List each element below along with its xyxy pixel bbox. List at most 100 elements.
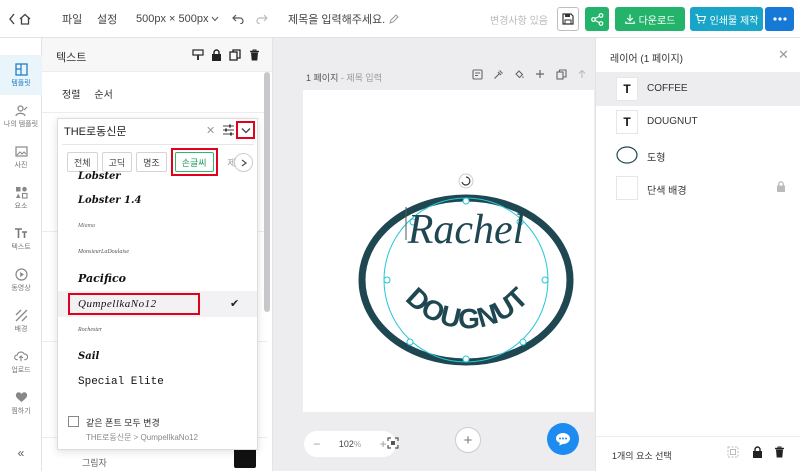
font-item[interactable]: Special Elite: [58, 369, 257, 395]
save-button[interactable]: [557, 7, 579, 31]
more-menu-button[interactable]: [765, 7, 794, 31]
download-button[interactable]: 다운로드: [615, 7, 685, 31]
page-title[interactable]: - 제목 입력: [341, 73, 382, 83]
chip-handwriting[interactable]: 손글씨: [174, 152, 214, 172]
font-item[interactable]: Lobster 1.4: [58, 187, 257, 213]
rail-item-background[interactable]: 배경: [0, 301, 42, 341]
trash-icon[interactable]: [772, 445, 786, 459]
trash-icon[interactable]: [247, 48, 261, 62]
rail-item-favorites[interactable]: 찜하기: [0, 383, 42, 423]
tab-order[interactable]: 순서: [94, 86, 112, 101]
redo-button[interactable]: [256, 0, 268, 38]
rail-label: 동영상: [11, 285, 31, 292]
rachel-text[interactable]: Rachel: [407, 207, 525, 253]
share-button[interactable]: [585, 7, 609, 31]
add-icon[interactable]: [534, 68, 546, 80]
selection-handle[interactable]: [541, 276, 549, 284]
same-font-checkbox[interactable]: [68, 416, 79, 427]
page-tools: [471, 68, 588, 80]
font-item[interactable]: Rochester: [58, 317, 257, 343]
selection-count: 1개의 요소 선택: [612, 451, 672, 461]
font-item[interactable]: Sail: [58, 343, 257, 369]
font-search-input[interactable]: THE로동신문: [64, 123, 126, 139]
chip-all[interactable]: 전체: [67, 152, 98, 172]
size-selector[interactable]: 500px × 500px: [136, 0, 219, 38]
font-name: Pacifico: [78, 271, 127, 285]
selection-handle[interactable]: [383, 276, 391, 284]
selection-handle[interactable]: [519, 338, 527, 346]
font-dropdown: THE로동신문 ✕ 전체 고딕 명조 손글씨 제 Lobster Lobster…: [57, 118, 258, 450]
rotate-handle[interactable]: [458, 173, 474, 189]
divider: [596, 436, 800, 437]
duplicate-icon[interactable]: [228, 48, 242, 62]
copy-page-icon[interactable]: [555, 68, 567, 80]
add-page-button[interactable]: +: [455, 427, 481, 453]
clear-icon[interactable]: ✕: [206, 124, 215, 137]
font-item-selected[interactable]: QumpellkaNo12 ✔: [58, 291, 257, 317]
fit-screen-icon[interactable]: [387, 437, 401, 451]
layer-item-dougnut[interactable]: T DOUGNUT: [596, 106, 800, 139]
eyedropper-icon[interactable]: [492, 68, 504, 80]
text-layer-icon: T: [616, 110, 638, 134]
text-layer-icon: T: [616, 77, 638, 101]
lock-icon[interactable]: [750, 445, 764, 459]
font-name: Sail: [78, 350, 100, 362]
style-copy-icon[interactable]: [191, 48, 205, 62]
layer-item-background[interactable]: 단색 배경: [596, 172, 800, 205]
rail-item-text[interactable]: 텍스트: [0, 219, 42, 259]
rail-item-my-template[interactable]: 나의 템플릿: [0, 96, 42, 136]
layer-item-shape[interactable]: 도형: [596, 139, 800, 172]
font-item[interactable]: Lobster: [58, 171, 257, 187]
selection-handle[interactable]: [462, 355, 470, 363]
layer-item-coffee[interactable]: T COFFEE: [596, 73, 800, 106]
font-item[interactable]: MonsieurLaDoulaise: [58, 239, 257, 265]
chip-myeongjo[interactable]: 명조: [136, 152, 167, 172]
rail-item-video[interactable]: 동영상: [0, 260, 42, 300]
filter-sliders-icon[interactable]: [222, 124, 235, 137]
rail-label: 요소: [14, 203, 28, 210]
rail-item-elements[interactable]: 요소: [0, 178, 42, 218]
font-item[interactable]: Miama: [58, 213, 257, 239]
print-order-button[interactable]: 인쇄물 제작: [690, 7, 763, 31]
background-icon: [14, 308, 28, 322]
selection-handle[interactable]: [462, 197, 470, 205]
title-placeholder: 제목을 입력해주세요.: [288, 14, 386, 26]
zoom-out-button[interactable]: −: [313, 437, 320, 451]
dropdown-toggle-button[interactable]: [236, 121, 255, 139]
chip-scroll-button[interactable]: [234, 153, 253, 172]
save-status: 변경사항 있음: [490, 15, 548, 27]
back-button[interactable]: [8, 0, 32, 38]
font-name: Special Elite: [78, 376, 164, 388]
lock-icon[interactable]: [776, 181, 787, 193]
rail-label: 배경: [14, 326, 28, 333]
title-input[interactable]: 제목을 입력해주세요.: [288, 0, 399, 38]
elements-icon: [14, 185, 28, 199]
tab-align[interactable]: 정렬: [62, 86, 80, 101]
same-font-label: 같은 폰트 모두 변경: [86, 418, 160, 428]
fill-bucket-icon[interactable]: [513, 68, 525, 80]
menu-file[interactable]: 파일: [62, 0, 82, 38]
chat-button[interactable]: [547, 423, 579, 455]
undo-button[interactable]: [232, 0, 244, 38]
selection-handle[interactable]: [406, 338, 414, 346]
collapse-rail-button[interactable]: «: [0, 433, 42, 471]
video-icon: [14, 267, 28, 281]
size-label: 500px × 500px: [136, 13, 209, 25]
zoom-in-button[interactable]: +: [380, 437, 387, 451]
close-icon[interactable]: ✕: [778, 47, 789, 63]
group-icon[interactable]: [726, 445, 740, 459]
download-label: 다운로드: [638, 15, 676, 27]
move-up-icon[interactable]: [576, 68, 588, 80]
memo-icon[interactable]: [471, 68, 483, 80]
rail-item-photo[interactable]: 사진: [0, 137, 42, 177]
rail-item-upload[interactable]: 업로드: [0, 342, 42, 382]
rail-item-template[interactable]: 템플릿: [0, 55, 42, 95]
lock-icon[interactable]: [209, 48, 223, 62]
dougnut-curved-text[interactable]: DOUGNUT: [400, 281, 534, 334]
font-item[interactable]: Pacifico: [58, 265, 257, 291]
chip-gothic[interactable]: 고딕: [101, 152, 133, 172]
design-page[interactable]: Rachel DOUGNUT: [303, 90, 594, 412]
panel-scrollbar[interactable]: [264, 72, 270, 312]
layer-name: COFFEE: [647, 83, 688, 94]
menu-settings[interactable]: 설정: [97, 0, 117, 38]
